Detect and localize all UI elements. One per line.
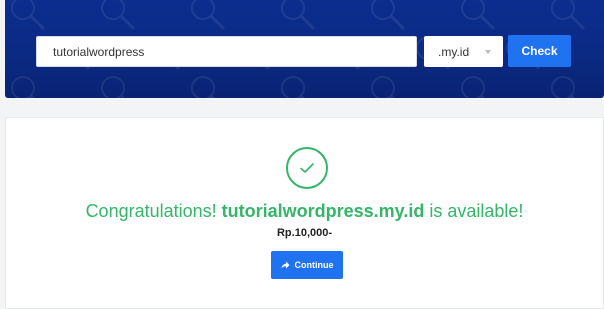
success-checkmark-icon — [286, 147, 328, 189]
availability-result-card: Congratulations! tutorialwordpress.my.id… — [5, 117, 604, 309]
message-suffix: is available! — [424, 201, 524, 221]
continue-label: Continue — [294, 260, 334, 270]
arrow-right-icon — [281, 261, 289, 269]
tld-select[interactable]: .my.id — [424, 36, 503, 67]
domain-price: Rp.10,000- — [276, 227, 333, 239]
available-domain: tutorialwordpress.my.id — [221, 201, 425, 221]
domain-checker-page: .my.id Check Congratulations! tutorialwo… — [0, 0, 604, 309]
tld-selected-value: .my.id — [438, 44, 470, 59]
search-banner: .my.id Check — [5, 0, 604, 98]
availability-message: Congratulations! tutorialwordpress.my.id… — [6, 201, 603, 222]
continue-button[interactable]: Continue — [271, 251, 343, 279]
check-button[interactable]: Check — [508, 35, 571, 67]
domain-search-input[interactable] — [36, 36, 417, 67]
message-prefix: Congratulations! — [85, 201, 222, 221]
chevron-down-icon — [485, 49, 491, 54]
